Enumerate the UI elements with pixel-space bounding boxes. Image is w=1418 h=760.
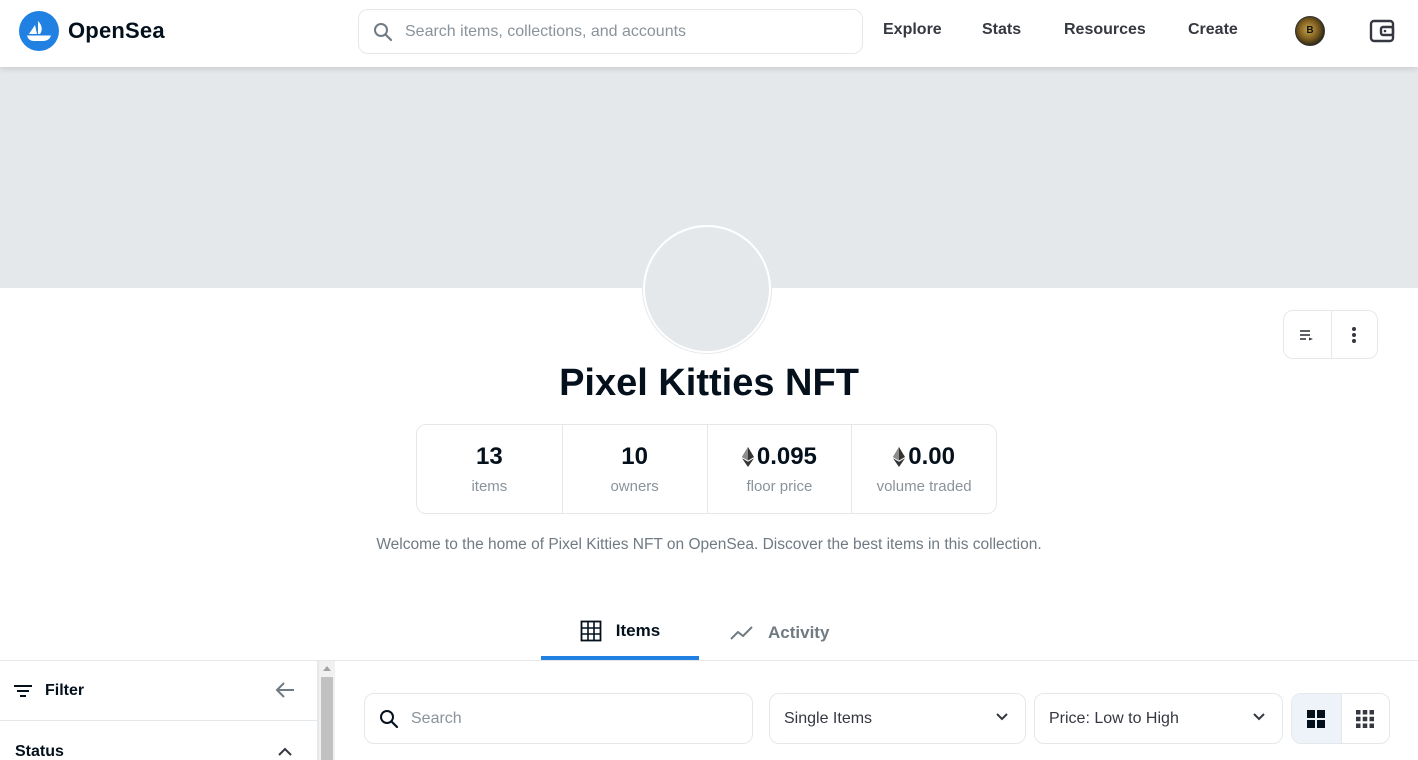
item-type-select[interactable]: Single Items [769, 693, 1026, 744]
ethereum-icon [741, 447, 754, 467]
filter-icon [14, 684, 32, 697]
search-icon [380, 709, 399, 728]
collection-stats: 13 items 10 owners 0.095 floor price 0.00 volum… [416, 424, 997, 514]
status-section-header[interactable]: Status [0, 721, 318, 760]
opensea-logo[interactable]: OpenSea [19, 11, 165, 51]
filter-label: Filter [45, 681, 85, 699]
global-search-input[interactable] [405, 22, 825, 41]
arrow-left-icon[interactable] [274, 680, 296, 700]
tab-activity-label: Activity [768, 622, 830, 642]
ethereum-icon [893, 447, 906, 467]
stat-items[interactable]: 13 items [417, 425, 562, 513]
stat-value: 0.095 [741, 443, 817, 471]
global-search[interactable] [358, 9, 863, 54]
stat-value-text: 10 [621, 443, 648, 470]
stat-label: items [471, 478, 508, 495]
scroll-up-arrow-icon[interactable] [323, 666, 331, 671]
nav-stats[interactable]: Stats [982, 21, 1021, 39]
stat-value-text: 13 [476, 443, 503, 470]
stat-value: 13 [476, 443, 503, 471]
collection-actions [1283, 310, 1378, 359]
stat-volume-traded[interactable]: 0.00 volume traded [851, 425, 996, 513]
more-options-button[interactable] [1330, 311, 1378, 358]
compact-grid-view-button[interactable] [1340, 694, 1390, 743]
stat-value-text: 0.095 [756, 443, 817, 470]
nav-explore[interactable]: Explore [883, 21, 942, 39]
sort-value: Price: Low to High [1049, 709, 1179, 727]
opensea-logo-icon [19, 11, 59, 51]
nav-resources[interactable]: Resources [1064, 21, 1146, 39]
stat-value-text: 0.00 [908, 443, 955, 470]
status-label: Status [15, 743, 64, 760]
chevron-down-icon [996, 713, 1008, 721]
chevron-down-icon [1253, 713, 1265, 721]
search-icon [374, 22, 393, 41]
grid-table-icon [580, 620, 602, 641]
compact-grid-icon [1356, 709, 1375, 728]
stat-label: floor price [746, 478, 813, 495]
large-grid-view-button[interactable] [1292, 694, 1341, 743]
chevron-up-icon[interactable] [277, 747, 293, 757]
nav-create[interactable]: Create [1188, 21, 1238, 39]
view-toggle [1291, 693, 1390, 744]
avatar-initial: B [1306, 25, 1314, 36]
collection-avatar [643, 225, 771, 353]
filter-header[interactable]: Filter [0, 661, 318, 721]
items-search[interactable] [364, 693, 753, 744]
logo-text: OpenSea [68, 18, 165, 43]
activity-chart-icon [730, 625, 753, 640]
watchlist-button[interactable] [1284, 311, 1331, 358]
more-vertical-icon [1352, 326, 1357, 343]
top-header: OpenSea Explore Stats Resources Create B [0, 0, 1418, 67]
stat-value: 10 [621, 443, 648, 471]
stat-value: 0.00 [893, 443, 955, 471]
collection-tabs: Items Activity [0, 605, 1418, 661]
stat-owners[interactable]: 10 owners [561, 425, 707, 513]
sidebar-scrollbar[interactable] [318, 661, 335, 760]
sort-select[interactable]: Price: Low to High [1034, 693, 1283, 744]
item-type-value: Single Items [784, 709, 873, 727]
filter-sidebar: Filter Status [0, 661, 318, 760]
collection-title: Pixel Kitties NFT [559, 362, 859, 404]
items-search-input[interactable] [411, 709, 731, 728]
wallet-icon[interactable] [1369, 18, 1395, 44]
stat-label: owners [610, 478, 659, 495]
profile-avatar[interactable]: B [1295, 16, 1325, 46]
tab-items[interactable]: Items [541, 605, 699, 660]
scrollbar-thumb[interactable] [321, 677, 333, 760]
stat-floor-price[interactable]: 0.095 floor price [706, 425, 852, 513]
large-grid-icon [1307, 709, 1326, 728]
playlist-icon [1300, 329, 1314, 340]
tab-items-label: Items [615, 620, 661, 640]
stat-label: volume traded [876, 478, 972, 495]
tab-activity[interactable]: Activity [730, 605, 829, 660]
collection-description: Welcome to the home of Pixel Kitties NFT… [376, 536, 1042, 553]
